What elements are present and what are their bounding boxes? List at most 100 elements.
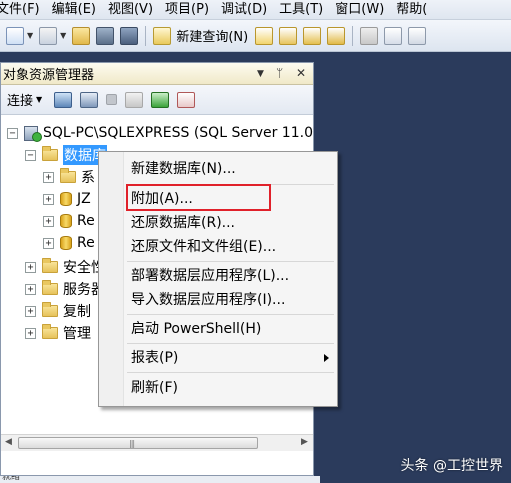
folder-icon (42, 258, 58, 273)
status-bar: 就绪 (0, 476, 320, 483)
menu-separator (127, 261, 334, 262)
new-query-button[interactable]: 新建查询(N) (176, 26, 248, 45)
open-folder-icon[interactable] (72, 26, 91, 45)
tree-node-security[interactable]: + 安全性 (25, 257, 105, 277)
folder-icon (42, 280, 58, 295)
expand-icon[interactable]: + (25, 327, 36, 339)
scrollbar-thumb[interactable] (18, 437, 258, 449)
tree-item-label: Re (77, 213, 95, 229)
connect-dropdown-icon[interactable]: ▼ (36, 95, 42, 104)
tree-item-label: 复制 (63, 304, 91, 320)
add-item-icon[interactable] (39, 26, 58, 45)
new-project-icon[interactable] (6, 26, 24, 45)
db-query-icon[interactable] (255, 26, 274, 45)
menu-bar: 文件(F) 编辑(E) 视图(V) 项目(P) 调试(D) 工具(T) 窗口(W… (0, 0, 511, 20)
tree-item-label: JZ (77, 191, 91, 207)
menu-item-refresh[interactable]: 刷新(F) (131, 377, 178, 399)
collapse-icon[interactable]: − (7, 127, 18, 139)
menu-window[interactable]: 窗口(W) (327, 0, 392, 19)
object-explorer-toolbar: 连接 ▼ (1, 85, 313, 115)
scroll-left-icon[interactable]: ◀ (5, 437, 12, 447)
menu-help[interactable]: 帮助( (388, 0, 435, 19)
save-all-icon[interactable] (120, 26, 139, 45)
menu-item-start-powershell[interactable]: 启动 PowerShell(H) (131, 318, 261, 340)
submenu-arrow-icon (324, 354, 329, 362)
folder-icon (42, 324, 58, 339)
scrollbar-grip-icon: ||| (129, 439, 135, 448)
tree-item-label: 管理 (63, 326, 91, 342)
dmx-query-icon[interactable] (303, 26, 322, 45)
menu-edit[interactable]: 编辑(E) (44, 0, 104, 19)
tree-node-replication[interactable]: + 复制 (25, 301, 91, 321)
mdx-query-icon[interactable] (279, 26, 298, 45)
expand-icon[interactable]: + (43, 237, 54, 249)
tree-node-server[interactable]: − SQL-PC\SQLEXPRESS (SQL Server 11.0 (7, 123, 313, 143)
menu-tools[interactable]: 工具(T) (271, 0, 331, 19)
menu-item-import-dac[interactable]: 导入数据层应用程序(I)... (131, 289, 285, 311)
tree-node-database-jz[interactable]: + JZ (43, 189, 91, 209)
filter-icon[interactable] (125, 91, 144, 108)
menu-separator (127, 314, 334, 315)
menu-separator (127, 372, 334, 373)
new-query-icon[interactable] (153, 26, 172, 45)
paste-icon[interactable] (408, 26, 427, 45)
menu-view[interactable]: 视图(V) (100, 0, 161, 19)
xmla-query-icon[interactable] (327, 26, 346, 45)
menu-item-restore-database[interactable]: 还原数据库(R)... (131, 212, 235, 234)
main-toolbar: ▼ ▼ 新建查询(N) (0, 20, 511, 52)
connect-object-explorer-icon[interactable] (54, 91, 73, 108)
object-explorer-title: 对象资源管理器 (3, 68, 95, 83)
close-icon[interactable]: ✕ (296, 66, 306, 80)
stop-icon[interactable] (106, 94, 118, 105)
attach-highlight-box (126, 184, 271, 211)
activity-monitor-icon[interactable] (177, 91, 196, 108)
expand-icon[interactable]: + (25, 305, 36, 317)
menu-project[interactable]: 项目(P) (157, 0, 217, 19)
tree-node-server-objects[interactable]: + 服务器 (25, 279, 105, 299)
menu-item-new-database[interactable]: 新建数据库(N)... (131, 158, 236, 180)
server-label: SQL-PC\SQLEXPRESS (SQL Server 11.0 (43, 125, 313, 141)
window-position-dropdown-icon[interactable]: ▼ (257, 69, 264, 79)
tree-item-label: 系 (81, 170, 95, 186)
expand-icon[interactable]: + (25, 283, 36, 295)
folder-icon (60, 168, 76, 183)
database-icon (60, 214, 72, 228)
folder-icon (42, 302, 58, 317)
menu-file[interactable]: 文件(F) (0, 0, 48, 19)
refresh-icon[interactable] (151, 91, 170, 108)
menu-item-deploy-dac[interactable]: 部署数据层应用程序(L)... (131, 265, 289, 287)
watermark: 头条 @工控世界 (400, 458, 503, 474)
tree-node-system-databases[interactable]: + 系 (43, 167, 95, 187)
add-item-dropdown-icon[interactable]: ▼ (60, 31, 66, 40)
tree-node-databases[interactable]: − 数据库 (25, 145, 107, 165)
menu-debug[interactable]: 调试(D) (213, 0, 275, 19)
tree-node-database-re2[interactable]: + Re (43, 233, 95, 253)
toolbar-separator (352, 25, 354, 46)
status-text: 就绪 (2, 476, 21, 482)
menu-item-restore-files[interactable]: 还原文件和文件组(E)... (131, 236, 276, 258)
menu-item-reports[interactable]: 报表(P) (131, 347, 178, 369)
cut-icon[interactable] (360, 26, 379, 45)
scroll-right-icon[interactable]: ▶ (301, 437, 308, 447)
disconnect-icon[interactable] (80, 91, 99, 108)
collapse-icon[interactable]: − (25, 149, 36, 161)
object-explorer-title-bar: 对象资源管理器 ▼ ᛘ ✕ (1, 63, 313, 85)
menu-separator (127, 343, 334, 344)
toolbar-separator (145, 25, 147, 46)
expand-icon[interactable]: + (25, 261, 36, 273)
tree-item-label: Re (77, 235, 95, 251)
expand-icon[interactable]: + (43, 171, 54, 183)
connect-button[interactable]: 连接 (7, 90, 33, 109)
copy-icon[interactable] (384, 26, 403, 45)
horizontal-scrollbar[interactable]: ◀ ||| ▶ (1, 434, 313, 451)
pin-icon[interactable]: ᛘ (276, 66, 283, 80)
expand-icon[interactable]: + (43, 215, 54, 227)
tree-node-database-re1[interactable]: + Re (43, 211, 95, 231)
database-icon (60, 192, 72, 206)
folder-icon (42, 146, 58, 161)
new-project-dropdown-icon[interactable]: ▼ (27, 31, 33, 40)
tree-node-management[interactable]: + 管理 (25, 323, 91, 343)
expand-icon[interactable]: + (43, 193, 54, 205)
server-icon (24, 125, 42, 142)
save-icon[interactable] (96, 26, 115, 45)
